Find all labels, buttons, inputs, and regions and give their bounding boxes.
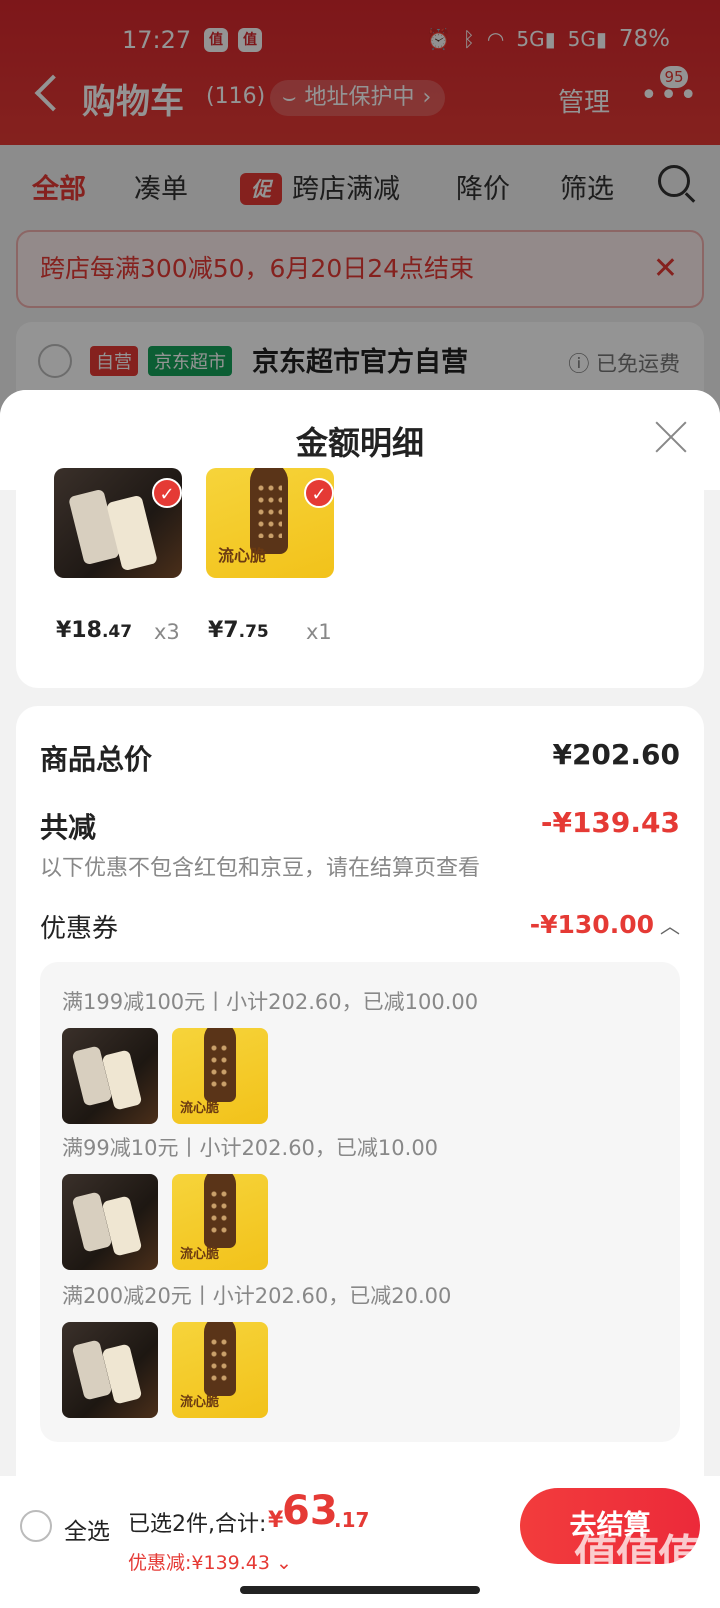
discount-value: -¥139.43 — [540, 806, 680, 839]
product-thumbnail: 流心脆 — [172, 1028, 268, 1124]
total-label: 商品总价 — [40, 743, 153, 776]
product-thumbnail — [62, 1028, 158, 1124]
total-amount: 63 — [282, 1488, 338, 1534]
discount-summary[interactable]: 优惠减:¥139.43 ⌄ — [128, 1548, 292, 1575]
coupon-rule: 满99减10元丨小计202.60，已减10.00 — [62, 1136, 439, 1160]
chevron-down-icon: ⌄ — [276, 1552, 292, 1574]
product-qty: x3 — [154, 620, 180, 644]
coupon-rule: 满199减100元丨小计202.60，已减100.00 — [62, 990, 479, 1014]
product-price: ¥7.75 — [208, 618, 269, 643]
select-all-radio[interactable] — [20, 1510, 52, 1542]
amount-detail-sheet: 金额明细 ✓ 流心脆 ✓ ¥18.47 x3 ¥7.75 x1 商品总价 ¥20… — [0, 390, 720, 1608]
coupon-toggle[interactable]: -¥130.00 ︿ — [530, 910, 680, 939]
selected-products: ✓ 流心脆 ✓ ¥18.47 x3 ¥7.75 x1 — [16, 468, 704, 688]
sheet-title: 金额明细 — [295, 424, 424, 462]
summary-label: 已选2件,合计: — [128, 1512, 267, 1537]
product-thumbnail — [62, 1322, 158, 1418]
checked-icon: ✓ — [304, 478, 334, 508]
price-breakdown: 商品总价 ¥202.60 共减 -¥139.43 以下优惠不包含红包和京豆，请在… — [16, 706, 704, 1606]
product-thumbnail: 流心脆 — [172, 1174, 268, 1270]
product-price: ¥18.47 — [56, 618, 133, 643]
watermark: 值值值 — [574, 1531, 702, 1582]
coupon-detail-list: 满199减100元丨小计202.60，已减100.00 流心脆 满99减10元丨… — [40, 962, 680, 1442]
home-indicator[interactable] — [240, 1586, 480, 1594]
total-value: ¥202.60 — [552, 738, 680, 771]
close-icon[interactable] — [654, 420, 688, 454]
discount-label: 共减 — [40, 811, 97, 844]
checked-icon: ✓ — [152, 478, 182, 508]
chevron-up-icon: ︿ — [660, 914, 680, 938]
product-qty: x1 — [306, 620, 332, 644]
total-amount-decimal: .17 — [334, 1508, 370, 1532]
product-thumbnail: 流心脆 — [172, 1322, 268, 1418]
select-all-label[interactable]: 全选 — [64, 1512, 110, 1546]
coupon-rule: 满200减20元丨小计202.60，已减20.00 — [62, 1284, 452, 1308]
discount-note: 以下优惠不包含红包和京豆，请在结算页查看 — [40, 856, 481, 881]
product-thumbnail — [62, 1174, 158, 1270]
coupon-label: 优惠券 — [40, 914, 119, 944]
